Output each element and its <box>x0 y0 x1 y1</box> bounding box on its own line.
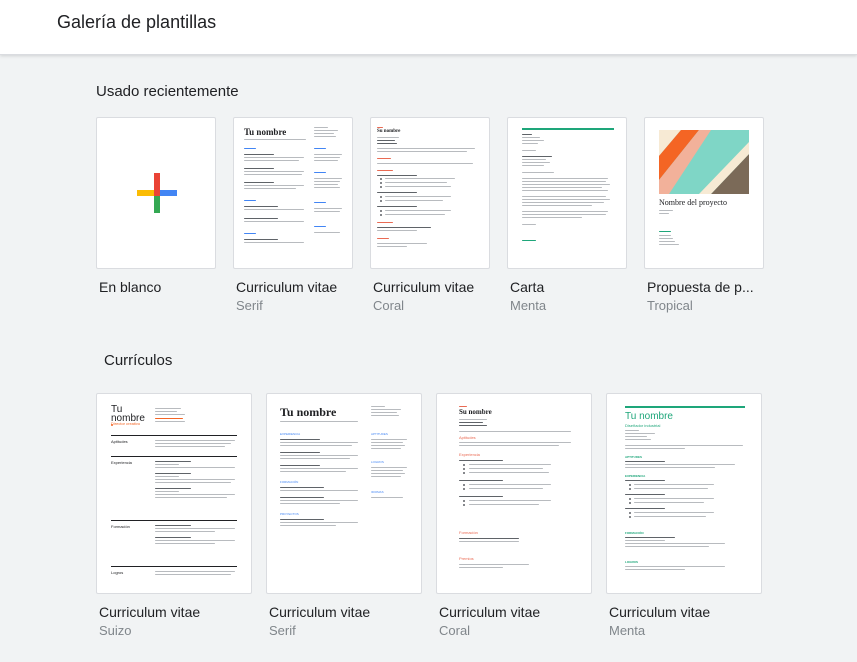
plus-icon <box>137 173 177 213</box>
template-name: Curriculum vitae <box>236 279 338 295</box>
template-name: Curriculum vitae <box>439 604 541 620</box>
template-subtitle: Tropical <box>647 298 693 313</box>
tropical-graphic <box>659 130 749 194</box>
thumb-title: Nombre del proyecto <box>659 198 727 207</box>
template-name: Curriculum vitae <box>269 604 371 620</box>
template-subtitle: Menta <box>510 298 547 313</box>
thumb-title: Tu nombre <box>280 405 337 419</box>
template-name: Curriculum vitae <box>609 604 711 620</box>
section-title-resumes: Currículos <box>104 352 173 369</box>
template-thumbnail[interactable]: Tu nombre EXPERIENCIA FORMACIÓN PROYECTO… <box>266 393 422 594</box>
template-subtitle: Serif <box>269 623 296 638</box>
page-title: Galería de plantillas <box>57 12 217 32</box>
template-subtitle: Coral <box>439 623 471 638</box>
template-thumbnail[interactable]: Su nombre Aptitudes Experiencia Formació… <box>436 393 592 594</box>
section-title-recent: Usado recientemente <box>96 83 239 100</box>
template-name: En blanco <box>99 279 162 295</box>
template-thumbnail[interactable]: Tu nombre <box>233 117 353 269</box>
template-name: Curriculum vitae <box>373 279 475 295</box>
template-thumbnail[interactable]: Tu nombre Director creativo Aptitudes Ex… <box>96 393 252 594</box>
top-bar: Galería de plantillas <box>0 0 857 55</box>
thumb-subtitle: Director creativo <box>111 421 141 426</box>
thumb-title: Su nombre <box>377 129 401 134</box>
template-subtitle: Menta <box>609 623 646 638</box>
template-thumbnail[interactable] <box>507 117 627 269</box>
template-thumbnail[interactable]: Su nombre <box>370 117 490 269</box>
template-name: Curriculum vitae <box>99 604 201 620</box>
thumb-title: Su nombre <box>459 408 492 416</box>
thumb-subtitle: Diseñador industrial <box>625 423 661 428</box>
template-name: Propuesta de p... <box>647 279 754 295</box>
thumb-title: Tu nombre <box>244 127 287 137</box>
template-subtitle: Coral <box>373 298 405 313</box>
template-name: Carta <box>510 279 545 295</box>
template-thumbnail[interactable] <box>96 117 216 269</box>
template-thumbnail[interactable]: Nombre del proyecto <box>644 117 764 269</box>
template-thumbnail[interactable]: Tu nombre Diseñador industrial APTITUDES… <box>606 393 762 594</box>
template-subtitle: Suizo <box>99 623 132 638</box>
template-subtitle: Serif <box>236 298 263 313</box>
thumb-title: Tu nombre <box>625 411 673 422</box>
